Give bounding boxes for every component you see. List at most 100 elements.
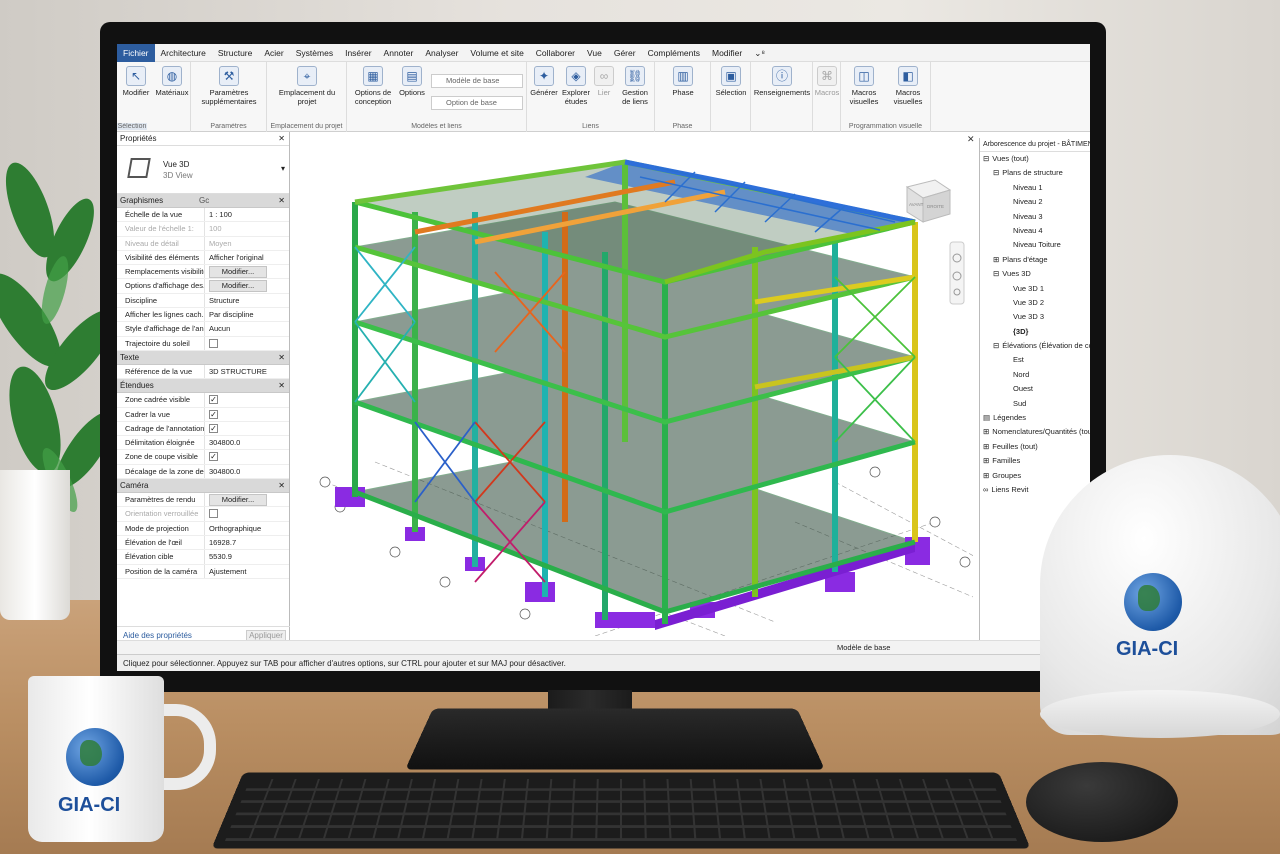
tree-toggle-icon[interactable]: ▤	[983, 413, 990, 422]
checkbox[interactable]: ✓	[209, 423, 218, 433]
tree-item[interactable]: Niveau 3	[980, 210, 1090, 224]
info-button[interactable]: ⓘ Renseignements	[753, 66, 811, 97]
menu-tab[interactable]: Vue	[581, 44, 608, 62]
option-combo[interactable]: Option de base	[431, 96, 523, 110]
3d-viewport[interactable]: AVANT DROITE	[295, 142, 973, 636]
menu-tab[interactable]: Insérer	[339, 44, 377, 62]
tree-item[interactable]: ∞ Liens Revit	[980, 483, 1090, 497]
project-location-button[interactable]: ⌖ Emplacement du projet	[273, 66, 341, 106]
property-value[interactable]	[205, 507, 289, 520]
properties-section-header[interactable]: Texte ✕	[117, 350, 289, 365]
edit-button[interactable]: Modifier...	[209, 280, 267, 293]
macro-manager-button[interactable]: ◫ Macros visuelles	[843, 66, 885, 106]
viewcube[interactable]: AVANT DROITE	[905, 179, 952, 223]
tree-item[interactable]: Nord	[980, 368, 1090, 382]
tree-toggle-icon[interactable]: ⊞	[983, 427, 989, 436]
checkbox[interactable]: ✓	[209, 452, 218, 462]
tree-item[interactable]: ⊞ Plans d'étage	[980, 253, 1090, 267]
tree-item[interactable]: Niveau Toiture	[980, 238, 1090, 252]
options-button[interactable]: ▤ Options	[397, 66, 427, 97]
materials-button[interactable]: ◍ Matériaux	[155, 66, 189, 97]
tree-item[interactable]: Vue 3D 1	[980, 282, 1090, 296]
menu-tab[interactable]: Modifier	[706, 44, 748, 62]
property-value[interactable]: Moyen	[205, 237, 289, 250]
manage-links-button[interactable]: ⛓ Gestion de liens	[617, 66, 653, 106]
menu-tab[interactable]: ⌄⁸	[748, 44, 771, 62]
property-value[interactable]: Modifier...	[205, 493, 289, 507]
property-value[interactable]: 304800.0	[205, 436, 289, 449]
checkbox[interactable]	[209, 509, 218, 519]
tree-item[interactable]: ⊞ Nomenclatures/Quantités (tout)	[980, 425, 1090, 439]
property-value[interactable]: Modifier...	[205, 279, 289, 293]
property-value[interactable]: 100	[205, 222, 289, 235]
phase-button[interactable]: ▥ Phase	[661, 66, 705, 97]
selection-button[interactable]: ▣ Sélection	[714, 66, 748, 97]
property-value[interactable]: Par discipline	[205, 308, 289, 321]
menu-tab[interactable]: Gérer	[608, 44, 642, 62]
properties-section-header[interactable]: Étendues ✕	[117, 379, 289, 394]
property-value[interactable]: ✓	[205, 393, 289, 406]
tree-toggle-icon[interactable]: ⊟	[993, 269, 999, 278]
collapse-icon[interactable]: ✕	[278, 351, 285, 365]
tree-item[interactable]: ⊞ Feuilles (tout)	[980, 440, 1090, 454]
menu-tab[interactable]: Analyser	[419, 44, 464, 62]
menu-tab[interactable]: Compléments	[642, 44, 706, 62]
menu-tab[interactable]: Structure	[212, 44, 259, 62]
tree-item[interactable]: ⊟ Vues (tout)	[980, 152, 1090, 166]
tree-toggle-icon[interactable]: ⊞	[983, 456, 989, 465]
property-value[interactable]: 16928.7	[205, 536, 289, 549]
properties-section-header[interactable]: Graphismes Gc ✕	[117, 194, 289, 208]
edit-button[interactable]: Modifier...	[209, 494, 267, 507]
collapse-icon[interactable]: ✕	[278, 194, 285, 208]
tree-toggle-icon[interactable]: ⊞	[983, 471, 989, 480]
menu-tab[interactable]: Volume et site	[464, 44, 529, 62]
property-value[interactable]: 5530.9	[205, 550, 289, 563]
visual-macros-button[interactable]: ◧ Macros visuelles	[887, 66, 929, 106]
menu-tab[interactable]: Systèmes	[290, 44, 339, 62]
property-value[interactable]: 304800.0	[205, 465, 289, 478]
tree-item[interactable]: Niveau 2	[980, 195, 1090, 209]
collapse-icon[interactable]: ✕	[278, 379, 285, 393]
explore-studies-button[interactable]: ◈ Explorer études	[561, 66, 591, 106]
property-value[interactable]: Structure	[205, 294, 289, 307]
active-model-label[interactable]: Modèle de base	[837, 641, 890, 655]
main-model-combo[interactable]: Modèle de base	[431, 74, 523, 88]
property-value[interactable]: Modifier...	[205, 265, 289, 279]
navigation-bar[interactable]	[949, 241, 965, 305]
generate-button[interactable]: ✦ Générer	[529, 66, 559, 97]
tree-item[interactable]: ⊟Élévations (Élévation de construction)	[980, 339, 1090, 353]
type-selector[interactable]: Vue 3D 3D View ▾	[117, 146, 289, 194]
tree-item[interactable]: {3D}	[980, 325, 1090, 339]
design-options-button[interactable]: ▦ Options de conception	[351, 66, 395, 106]
menu-tab[interactable]: Annoter	[378, 44, 420, 62]
property-value[interactable]: Aucun	[205, 322, 289, 335]
collapse-icon[interactable]: ✕	[278, 479, 285, 493]
tree-item[interactable]: ▤ Légendes	[980, 411, 1090, 425]
tree-item[interactable]: Niveau 1	[980, 181, 1090, 195]
property-value[interactable]: 3D STRUCTURE	[205, 365, 289, 378]
menu-tab[interactable]: Architecture	[155, 44, 212, 62]
property-value[interactable]: ✓	[205, 422, 289, 435]
checkbox[interactable]	[209, 338, 218, 348]
close-icon[interactable]: ✕	[278, 132, 285, 146]
tree-item[interactable]: Niveau 4	[980, 224, 1090, 238]
tree-toggle-icon[interactable]: ⊟	[993, 341, 999, 350]
property-value[interactable]	[205, 337, 289, 350]
property-value[interactable]: ✓	[205, 408, 289, 421]
menu-tab[interactable]: Fichier	[117, 44, 155, 62]
property-value[interactable]: Afficher l'original	[205, 251, 289, 264]
tree-toggle-icon[interactable]: ⊞	[983, 442, 989, 451]
checkbox[interactable]: ✓	[209, 395, 218, 405]
tree-item[interactable]: ⊞ Groupes	[980, 469, 1090, 483]
tree-item[interactable]: Ouest	[980, 382, 1090, 396]
property-value[interactable]: ✓	[205, 450, 289, 463]
tree-item[interactable]: ⊟ Vues 3D	[980, 267, 1090, 281]
edit-button[interactable]: Modifier...	[209, 266, 267, 279]
tree-item[interactable]: Vue 3D 2	[980, 296, 1090, 310]
additional-params-button[interactable]: ⚒ Paramètres supplémentaires	[195, 66, 263, 106]
property-value[interactable]: Orthographique	[205, 522, 289, 535]
link-button[interactable]: ∞ Lier	[593, 66, 615, 97]
property-value[interactable]: Ajustement	[205, 565, 289, 578]
tree-item[interactable]: Sud	[980, 397, 1090, 411]
modify-button[interactable]: ↖ Modifier	[119, 66, 153, 97]
